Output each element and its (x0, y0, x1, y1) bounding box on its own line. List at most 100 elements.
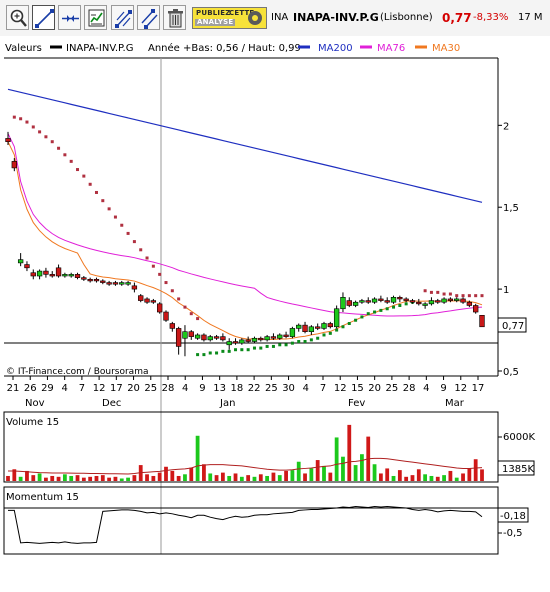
volume-bar (360, 454, 364, 481)
sar-dot (94, 190, 98, 194)
candle-body (62, 274, 68, 277)
volume-bar (94, 475, 99, 481)
price-y-tick-label: 0,5 (503, 367, 519, 378)
volume-bar (284, 470, 288, 481)
trendline-tool-button[interactable] (32, 5, 55, 30)
volume-bar (410, 475, 415, 481)
volume-bar (448, 470, 453, 481)
sar-dot (322, 333, 326, 337)
candle (138, 294, 144, 303)
parallel-lines-icon (141, 9, 158, 29)
sar-dot (107, 207, 111, 211)
price-y-tick-label: 1 (503, 285, 509, 296)
volume-bar (467, 468, 472, 481)
sar-dot (88, 182, 92, 186)
publish-analysis-button[interactable]: PUBLIEZ CETTE ANALYSE (192, 7, 267, 29)
candle-body (169, 323, 175, 329)
sar-dot (44, 135, 48, 139)
sar-dot (158, 272, 162, 276)
candle (163, 310, 169, 322)
trash-tool-button[interactable] (163, 5, 186, 30)
sar-dot (448, 292, 452, 296)
candle (119, 280, 125, 286)
candle-body (397, 296, 403, 300)
candle (188, 330, 194, 340)
sar-dot (436, 290, 440, 294)
candle (264, 334, 270, 342)
candle-body (74, 274, 81, 278)
candle-body (226, 341, 232, 346)
ticker-name: INAPA-INV.P.G (293, 11, 379, 24)
sar-dot (423, 289, 427, 293)
volume-bar (442, 475, 446, 481)
candle-body (106, 282, 112, 285)
volume-bar (44, 477, 48, 481)
candle-body (270, 336, 277, 339)
volume-bar (81, 477, 86, 481)
candle-body (182, 331, 188, 339)
volume-bar (246, 475, 251, 481)
volume-bar (341, 456, 345, 481)
volume-bar (239, 476, 244, 481)
candle (220, 333, 226, 342)
candle (131, 282, 138, 293)
candle (182, 325, 188, 357)
candle (36, 269, 43, 280)
volume-average (8, 457, 483, 475)
volume-bars (6, 424, 484, 481)
volume-bar (151, 475, 156, 481)
volume-bar (277, 475, 282, 481)
volume-bar (220, 472, 225, 481)
volume-bar (353, 465, 358, 481)
trendline-icon (35, 9, 54, 28)
x-tick-label: 12 (334, 383, 347, 394)
candle (239, 338, 245, 345)
volume-bar (176, 475, 181, 481)
volume-bar (88, 476, 93, 481)
sar-dot (455, 294, 459, 298)
fibonacci-tool-button[interactable] (111, 5, 134, 30)
candle (100, 279, 106, 285)
ticker-code: INA (271, 12, 289, 23)
sar-dot (328, 331, 332, 335)
candle-body (315, 326, 321, 329)
candle (473, 303, 479, 314)
x-tick-label: 12 (454, 383, 467, 394)
sar-dot (139, 248, 143, 252)
parabolic-sar (12, 115, 484, 357)
sar-dot (164, 281, 168, 285)
fibonacci-icon (115, 10, 132, 28)
volume-top-label: 6000K (503, 432, 535, 443)
candle-body (131, 285, 138, 290)
volume-bar (18, 476, 23, 481)
volume-bar (113, 476, 118, 481)
candle (441, 297, 447, 304)
candle-body (81, 277, 87, 280)
candle-body (346, 300, 352, 306)
zoom-tool-button[interactable] (6, 5, 29, 30)
candle-body (11, 161, 17, 169)
sar-dot (19, 117, 23, 121)
x-month-label: Fev (348, 398, 365, 409)
candle-body (163, 311, 169, 321)
sar-dot (316, 336, 320, 340)
sar-dot (25, 120, 29, 124)
candle (384, 297, 390, 304)
sar-dot (101, 199, 105, 203)
candle-body (466, 301, 473, 306)
indicators-tool-button[interactable] (84, 5, 107, 30)
volume-bar (202, 464, 206, 481)
horizontal-line-tool-button[interactable] (58, 5, 81, 30)
parallel-lines-tool-button[interactable] (137, 5, 160, 30)
candle (390, 295, 397, 304)
candle-body (390, 296, 397, 303)
candle (201, 333, 207, 342)
x-month-label: Nov (25, 398, 45, 409)
candle (346, 297, 352, 308)
volume-bar (391, 475, 396, 481)
x-tick-label: 7 (320, 383, 326, 394)
candle-body (138, 295, 144, 301)
candle-body (378, 298, 384, 301)
volume-bar (334, 437, 339, 481)
volume-ma-line (8, 457, 483, 475)
